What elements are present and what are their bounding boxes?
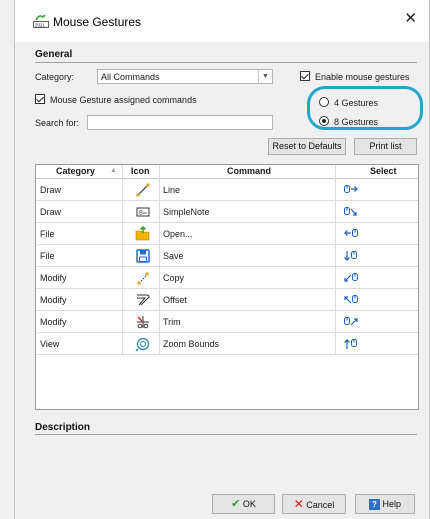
close-icon: ✕ — [293, 497, 304, 511]
title-bar: 2021 Mouse Gestures ✕ — [15, 0, 429, 42]
down-right-gesture-icon[interactable] — [344, 206, 358, 218]
row-category: File — [40, 229, 55, 239]
assigned-commands-checkbox[interactable] — [35, 94, 45, 104]
general-divider — [35, 62, 417, 63]
select-column-header[interactable]: Select — [370, 166, 397, 176]
simplenote-icon: B — [136, 207, 150, 217]
row-command: Save — [163, 251, 184, 261]
gestures-8-label[interactable]: 8 Gestures — [334, 117, 378, 127]
description-divider — [35, 434, 417, 435]
right-gesture-icon[interactable] — [344, 184, 358, 196]
row-command: Open... — [163, 229, 193, 239]
row-category: Modify — [40, 273, 67, 283]
row-category: File — [40, 251, 55, 261]
row-command: SimpleNote — [163, 207, 210, 217]
icon-column-header[interactable]: Icon — [131, 166, 150, 176]
chevron-down-icon[interactable]: ▼ — [258, 70, 272, 83]
print-list-button[interactable]: Print list — [354, 138, 417, 155]
mouse-gestures-dialog: 2021 Mouse Gestures ✕ General Category: … — [14, 0, 430, 519]
up-right-gesture-icon[interactable] — [344, 316, 358, 328]
help-button[interactable]: ? Help — [355, 494, 415, 514]
row-command: Zoom Bounds — [163, 339, 220, 349]
help-label: Help — [382, 499, 402, 509]
help-icon: ? — [368, 499, 380, 511]
table-row[interactable]: File Save — [36, 245, 418, 267]
enable-gestures-checkbox[interactable] — [300, 71, 310, 81]
line-icon — [136, 183, 150, 197]
gestures-8-radio[interactable] — [319, 116, 329, 126]
copy-icon — [137, 272, 149, 285]
description-section-header: Description — [35, 422, 91, 433]
description-area — [35, 438, 419, 488]
app-icon: 2021 — [33, 14, 49, 28]
sort-ascending-icon: ▲ — [110, 167, 117, 174]
row-category: Draw — [40, 185, 62, 195]
down-gesture-icon[interactable] — [344, 250, 358, 262]
table-header: Category ▲ Icon Command Select — [36, 165, 418, 179]
ok-label: OK — [242, 499, 256, 509]
offset-icon — [137, 294, 150, 306]
assigned-commands-label[interactable]: Mouse Gesture assigned commands — [50, 95, 197, 105]
table-row[interactable]: Modify Trim — [36, 311, 418, 333]
row-command: Copy — [163, 273, 185, 283]
reset-defaults-button[interactable]: Reset to Defaults — [268, 138, 346, 155]
up-gesture-icon[interactable] — [344, 338, 358, 350]
trim-icon — [137, 316, 149, 329]
cancel-label: Cancel — [306, 500, 335, 510]
row-category: Modify — [40, 295, 67, 305]
category-column-header[interactable]: Category — [56, 166, 95, 176]
search-input[interactable] — [87, 115, 273, 130]
table-row[interactable]: Modify Offset — [36, 289, 418, 311]
row-command: Offset — [163, 295, 187, 305]
table-row[interactable]: Draw Line — [36, 179, 418, 201]
command-column-header[interactable]: Command — [227, 166, 271, 176]
row-category: Draw — [40, 207, 62, 217]
general-section-header: General — [35, 49, 73, 60]
svg-text:2021: 2021 — [35, 23, 46, 28]
enable-gestures-label[interactable]: Enable mouse gestures — [315, 72, 410, 82]
down-left-gesture-icon[interactable] — [344, 272, 358, 284]
table-row[interactable]: View Zoom Bounds — [36, 333, 418, 355]
category-select[interactable]: All Commands ▼ — [97, 69, 273, 84]
checkmark-icon: ✔ — [231, 498, 241, 510]
left-gesture-icon[interactable] — [344, 228, 358, 240]
zoom-bounds-icon — [135, 337, 150, 352]
search-label: Search for: — [35, 118, 80, 128]
row-command: Trim — [163, 317, 181, 327]
table-row[interactable]: Draw B SimpleNote — [36, 201, 418, 223]
save-icon — [136, 249, 150, 263]
row-command: Line — [163, 185, 181, 195]
gestures-4-label[interactable]: 4 Gestures — [334, 98, 378, 108]
row-category: View — [40, 339, 60, 349]
open-folder-icon — [135, 226, 150, 241]
svg-text:B: B — [139, 211, 143, 217]
dialog-title: Mouse Gestures — [53, 15, 142, 29]
up-left-gesture-icon[interactable] — [344, 294, 358, 306]
row-category: Modify — [40, 317, 67, 327]
category-label: Category: — [35, 72, 75, 82]
category-select-value: All Commands — [101, 72, 160, 82]
close-icon[interactable]: ✕ — [404, 11, 417, 27]
ok-button[interactable]: ✔ OK — [212, 494, 275, 514]
table-row[interactable]: File Open... — [36, 223, 418, 245]
gestures-table: Category ▲ Icon Command Select Draw Line… — [35, 164, 419, 410]
gestures-4-radio[interactable] — [319, 97, 329, 107]
table-row[interactable]: Modify Copy — [36, 267, 418, 289]
cancel-button[interactable]: ✕ Cancel — [282, 494, 346, 514]
